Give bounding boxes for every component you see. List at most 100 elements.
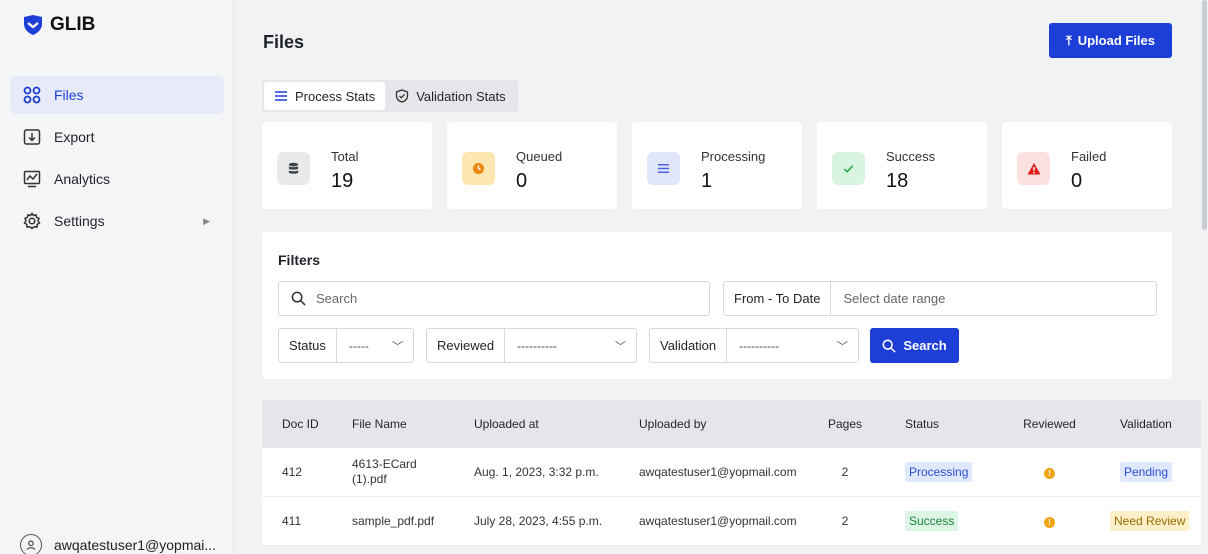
search-input[interactable] [316,291,696,306]
sidebar-item-files[interactable]: Files [10,76,224,114]
sidebar-item-settings[interactable]: Settings ▶ [10,202,224,240]
sidebar-item-label: Files [54,87,84,103]
status-select[interactable]: Status ----- ﹀ [278,328,414,363]
col-status[interactable]: Status [885,417,1003,431]
filters-panel: Filters From - To Date Status ----- ﹀ Re… [262,232,1172,379]
pages: 2 [841,465,849,479]
alert-icon [1017,152,1050,185]
reviewed-value: ---------- [517,338,558,353]
validation-value: ---------- [739,338,780,353]
sidebar-item-analytics[interactable]: Analytics [10,160,224,198]
col-doc-id[interactable]: Doc ID [262,417,332,432]
stat-card-success: Success 18 [817,122,987,209]
stat-card-queued: Queued 0 [447,122,617,209]
validation-label: Validation [650,329,728,362]
user-avatar-icon [20,534,42,554]
stats-cards: Total 19 Queued 0 Processing 1 Success 1… [262,122,1172,209]
files-table: Doc ID File Name Uploaded at Uploaded by… [262,400,1201,546]
warning-icon: ! [1044,468,1055,479]
stat-card-failed: Failed 0 [1002,122,1172,209]
search-button-label: Search [903,338,947,353]
col-uploaded-by[interactable]: Uploaded by [619,417,805,431]
date-range-label: From - To Date [724,282,832,315]
stat-label: Failed [1071,149,1107,164]
validation-select[interactable]: Validation ---------- ﹀ [649,328,859,363]
sidebar: GLIB Files Export Analytics Settings ▶ a… [0,0,234,554]
list-icon [647,152,680,185]
chevron-down-icon: ﹀ [392,340,403,353]
scrollbar-thumb[interactable] [1202,0,1207,230]
date-range-input[interactable] [831,291,1132,306]
tab-validation-stats[interactable]: Validation Stats [385,82,515,110]
chevron-down-icon: ﹀ [837,340,848,353]
sidebar-nav: Files Export Analytics Settings ▶ [10,76,224,244]
stat-card-total: Total 19 [262,122,432,209]
stat-label: Total [331,149,359,164]
analytics-icon [22,169,42,189]
reviewed-label: Reviewed [427,329,506,362]
validation-cell: Need Review [1096,511,1201,531]
validation-badge: Need Review [1110,511,1190,531]
sidebar-item-export[interactable]: Export [10,118,224,156]
stat-card-processing: Processing 1 [632,122,802,209]
page-title: Files [263,32,305,52]
tab-label: Process Stats [295,88,376,104]
validation-badge: Pending [1120,462,1173,482]
stat-value: 0 [516,170,528,192]
export-icon [22,127,42,147]
search-field[interactable] [278,281,710,316]
brand-logo[interactable]: GLIB [22,14,95,36]
tab-process-stats[interactable]: Process Stats [264,82,386,110]
col-validation[interactable]: Validation [1096,417,1201,431]
reviewed-cell: ! [1003,514,1096,528]
col-reviewed[interactable]: Reviewed [1003,417,1096,431]
page-scrollbar[interactable] [1201,0,1208,554]
stat-value: 0 [1071,170,1083,192]
uploaded-at: July 28, 2023, 4:55 p.m. [474,514,603,528]
stat-label: Queued [516,149,563,164]
sidebar-item-label: Settings [54,213,105,229]
table-row[interactable]: 412 4613-ECard (1).pdf Aug. 1, 2023, 3:3… [262,448,1201,497]
check-icon [832,152,865,185]
upload-files-button[interactable]: ⤒ Upload Files [1049,23,1172,58]
user-account[interactable]: awqatestuser1@yopmai... [20,534,216,554]
clock-icon [462,152,495,185]
reviewed-select[interactable]: Reviewed ---------- ﹀ [426,328,637,363]
doc-id: 411 [282,514,302,528]
sidebar-item-label: Analytics [54,171,111,187]
pages: 2 [841,514,849,528]
table-row[interactable]: 411 sample_pdf.pdf July 28, 2023, 4:55 p… [262,497,1201,546]
brand-name: GLIB [50,14,96,35]
stat-value: 18 [886,170,909,192]
user-email: awqatestuser1@yopmai... [54,537,217,553]
filters-title: Filters [278,252,321,268]
status-cell: Success [885,511,1003,531]
upload-files-label: Upload Files [1077,33,1156,48]
file-name[interactable]: sample_pdf.pdf [332,514,454,528]
stat-value: 1 [701,170,713,192]
stat-label: Processing [701,149,766,164]
grid-icon [22,85,42,105]
shield-check-icon [396,89,409,103]
sidebar-item-label: Export [54,129,95,145]
status-badge: Success [905,511,959,531]
stat-value: 19 [331,170,354,192]
file-name[interactable]: 4613-ECard (1).pdf [332,457,454,487]
search-button[interactable]: Search [870,328,959,363]
upload-icon: ⤒ [1065,32,1072,48]
search-icon [882,339,896,353]
col-file-name[interactable]: File Name [332,417,454,431]
warning-icon: ! [1044,517,1055,528]
col-uploaded-at[interactable]: Uploaded at [454,417,619,431]
shield-logo-icon [24,15,42,35]
col-pages[interactable]: Pages [805,417,885,431]
uploaded-by: awqatestuser1@yopmail.com [639,465,797,479]
status-badge: Processing [905,462,973,482]
validation-cell: Pending [1096,462,1201,482]
date-range-field[interactable]: From - To Date [723,281,1157,316]
status-cell: Processing [885,462,1003,482]
search-icon [291,291,306,306]
chevron-right-icon: ▶ [203,215,210,226]
tab-label: Validation Stats [416,88,506,104]
table-header: Doc ID File Name Uploaded at Uploaded by… [262,400,1201,448]
